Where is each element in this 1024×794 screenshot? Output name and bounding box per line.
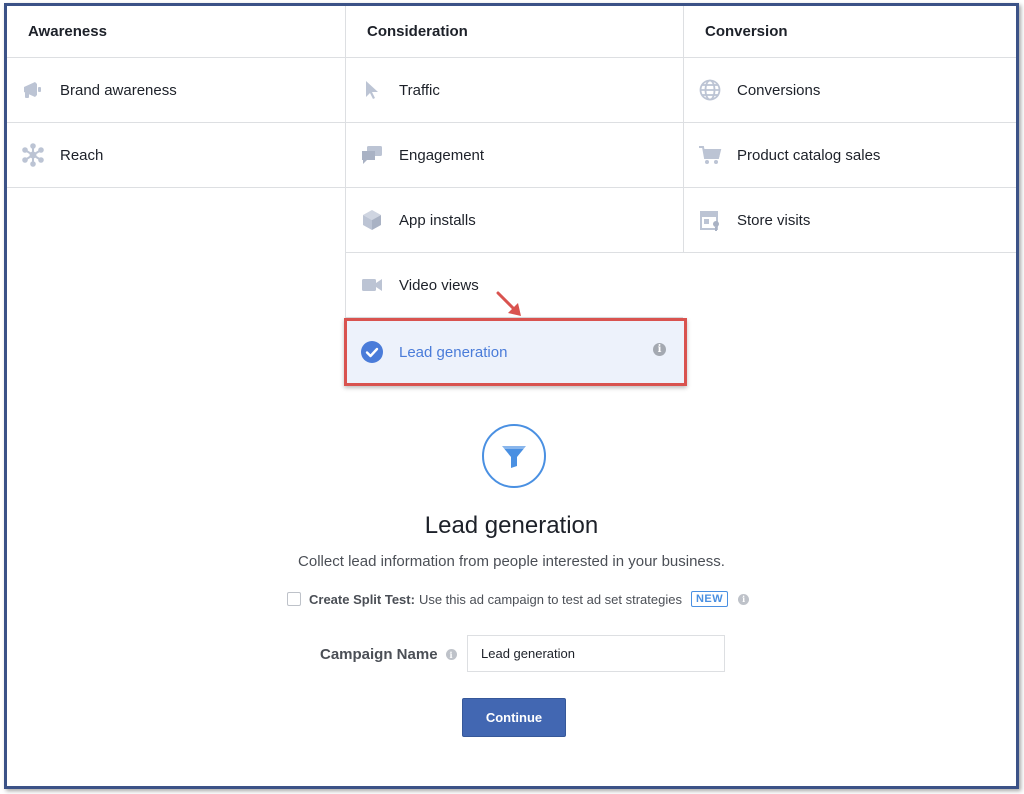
objective-engagement[interactable]: Engagement [346,123,683,188]
objective-picker-frame: Awareness Brand awareness Reach Consider… [4,3,1019,789]
cursor-icon [359,77,385,103]
objective-description: Collect lead information from people int… [298,553,725,570]
video-camera-icon [359,272,385,298]
store-icon [697,207,723,233]
new-badge: NEW [690,591,729,607]
megaphone-icon [20,77,46,103]
objective-app-installs[interactable]: App installs [346,188,683,253]
split-test-text: Use this ad campaign to test ad set stra… [418,591,682,607]
checkmark-icon [359,339,385,365]
reach-icon [20,142,46,168]
objective-label: Traffic [399,81,440,99]
campaign-name-input[interactable] [467,635,725,672]
consideration-column: Consideration Traffic Engagement App ins… [344,6,687,386]
consideration-header: Consideration [346,6,683,58]
objective-label: Conversions [737,81,821,99]
objective-label: Lead generation [399,343,508,361]
objective-reach[interactable]: Reach [7,123,345,188]
continue-button[interactable]: Continue [462,698,566,737]
split-test-checkbox[interactable] [287,592,301,606]
conversion-header: Conversion [684,6,1016,58]
shopping-cart-icon [697,142,723,168]
objective-label: Reach [60,146,104,164]
awareness-header: Awareness [7,6,345,58]
split-test-label: Create Split Test: [309,591,415,607]
info-icon[interactable]: i [738,593,750,605]
objective-label: Product catalog sales [737,146,881,164]
objective-product-catalog-sales[interactable]: Product catalog sales [684,123,1016,188]
objective-conversions[interactable]: Conversions [684,58,1016,123]
campaign-name-text: Campaign Name [320,646,438,663]
split-test-row: Create Split Test: Use this ad campaign … [287,591,750,607]
chat-bubbles-icon [359,142,385,168]
objective-label: App installs [399,211,476,229]
objective-label: Video views [399,276,479,294]
objective-store-visits[interactable]: Store visits [684,188,1016,253]
objective-lead-generation[interactable]: Lead generation i [344,318,687,386]
box-icon [359,207,385,233]
objective-label: Brand awareness [60,81,177,99]
info-icon[interactable]: i [445,649,457,660]
annotation-arrow-icon [496,291,521,316]
objective-title: Lead generation [424,512,599,539]
objective-label: Engagement [399,146,485,164]
globe-icon [697,77,723,103]
campaign-name-label: Campaign Name i [320,646,457,663]
funnel-icon [482,424,546,488]
objective-label: Store visits [737,211,811,229]
objective-brand-awareness[interactable]: Brand awareness [7,58,345,123]
objective-traffic[interactable]: Traffic [346,58,683,123]
conversion-column: Conversion Conversions Product catalog s… [683,6,1016,253]
info-icon[interactable]: i [653,343,666,356]
awareness-column: Awareness Brand awareness Reach [7,6,345,188]
